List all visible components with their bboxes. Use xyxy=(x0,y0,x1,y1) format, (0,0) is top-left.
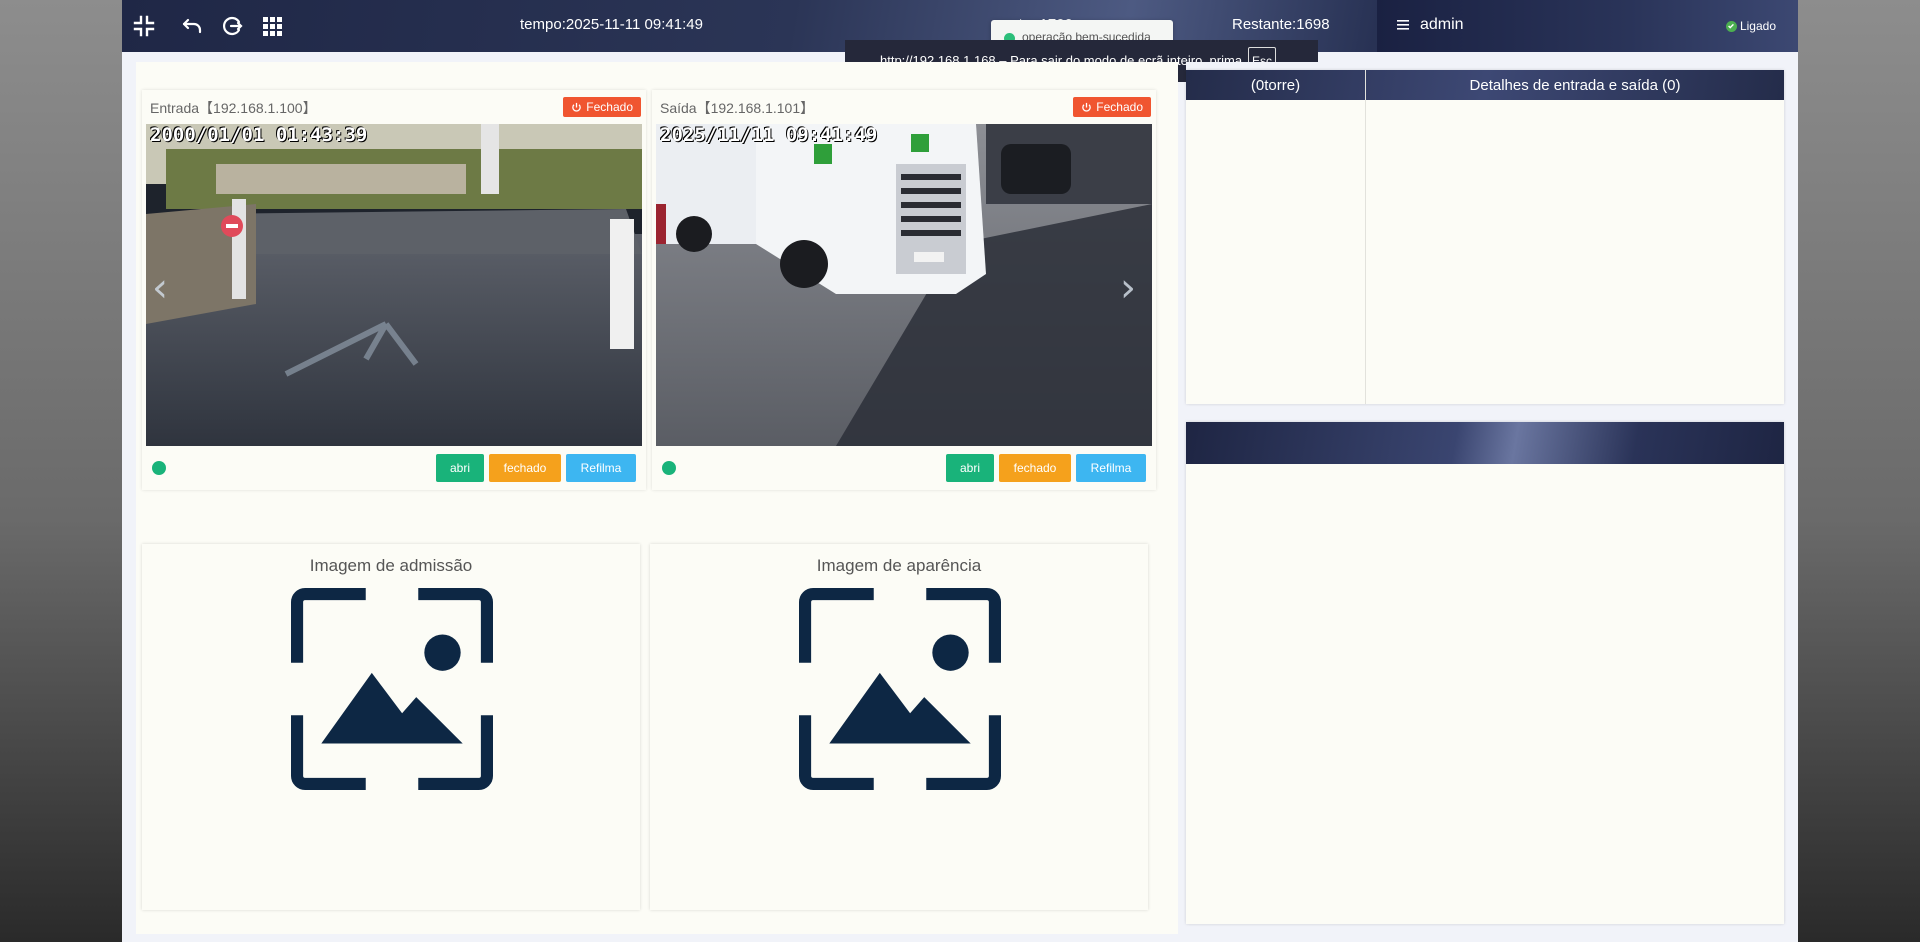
camera-title: Saída【192.168.1.101】 xyxy=(660,100,815,116)
camera-header: Saída【192.168.1.101】 Fechado xyxy=(652,90,1156,124)
records-panel: (0torre) Detalhes de entrada e saída (0) xyxy=(1186,62,1798,414)
camera-online-indicator xyxy=(152,461,166,475)
grid-menu-icon[interactable] xyxy=(260,14,284,38)
image-placeholder-icon xyxy=(799,588,1001,790)
camera-online-indicator xyxy=(662,461,676,475)
main-panel: Entrada【192.168.1.100】 Fechado 2000/01/0… xyxy=(136,62,1178,934)
close-gate-button[interactable]: fechado xyxy=(999,454,1071,482)
info-panel xyxy=(1186,414,1798,934)
gate-status-badge[interactable]: Fechado xyxy=(1073,97,1151,117)
table-header: (0torre) Detalhes de entrada e saída (0) xyxy=(1186,70,1784,100)
current-time: tempo:2025-11-11 09:41:49 xyxy=(520,16,703,33)
refilm-button[interactable]: Refilma xyxy=(566,454,636,482)
column-header-tower[interactable]: (0torre) xyxy=(1186,70,1365,100)
camera-title: Entrada【192.168.1.100】 xyxy=(150,100,317,116)
column-header-details[interactable]: Detalhes de entrada e saída (0) xyxy=(1366,70,1784,100)
records-table: (0torre) Detalhes de entrada e saída (0) xyxy=(1186,70,1784,404)
admission-image-panel: Imagem de admissão xyxy=(142,544,640,910)
undo-icon[interactable] xyxy=(180,14,204,38)
chevron-right-icon[interactable]: › xyxy=(1120,265,1136,311)
open-gate-button[interactable]: abri xyxy=(436,454,484,482)
camera-feed-exit: 2025/11/11 09:41:49 xyxy=(656,124,1152,446)
camera-footer: abri fechado Refilma xyxy=(652,446,1156,490)
status-label: Ligado xyxy=(1739,19,1776,33)
check-icon xyxy=(1725,20,1737,32)
close-gate-button[interactable]: fechado xyxy=(489,454,561,482)
camera-exit: Saída【192.168.1.101】 Fechado 2025/11/11 … xyxy=(652,90,1156,490)
power-icon xyxy=(572,102,582,112)
username[interactable]: admin xyxy=(1420,16,1464,34)
column-divider xyxy=(1365,70,1366,404)
chevron-left-icon[interactable]: ‹ xyxy=(152,265,168,311)
camera-feed-entry: 2000/01/01 01:43:39 xyxy=(146,124,642,446)
app-window: tempo:2025-11-11 09:41:49 ento: 1700 Res… xyxy=(122,0,1798,942)
gate-status-badge[interactable]: Fechado xyxy=(563,97,641,117)
image-placeholder-icon xyxy=(291,588,493,790)
hamburger-icon[interactable] xyxy=(1397,18,1411,32)
info-panel-body xyxy=(1186,422,1784,924)
gate-status-label: Fechado xyxy=(586,100,633,114)
connection-status: Ligado xyxy=(1725,19,1776,33)
camera-header: Entrada【192.168.1.100】 Fechado xyxy=(142,90,646,124)
camera-footer: abri fechado Refilma xyxy=(142,446,646,490)
refilm-button[interactable]: Refilma xyxy=(1076,454,1146,482)
camera-entry: Entrada【192.168.1.100】 Fechado 2000/01/0… xyxy=(142,90,646,490)
appearance-image-label: Imagem de aparência xyxy=(816,556,982,575)
exit-fullscreen-icon[interactable] xyxy=(132,14,156,38)
logout-icon[interactable] xyxy=(220,14,244,38)
camera-timestamp: 2000/01/01 01:43:39 xyxy=(150,124,368,146)
info-panel-header xyxy=(1186,422,1784,464)
remaining-spaces: Restante:1698 xyxy=(1232,16,1330,33)
gate-status-label: Fechado xyxy=(1096,100,1143,114)
open-gate-button[interactable]: abri xyxy=(946,454,994,482)
admission-image-label: Imagem de admissão xyxy=(309,556,473,575)
user-area[interactable]: admin Ligado xyxy=(1377,0,1798,52)
camera-timestamp: 2025/11/11 09:41:49 xyxy=(660,124,878,146)
appearance-image-panel: Imagem de aparência xyxy=(650,544,1148,910)
power-icon xyxy=(1082,102,1092,112)
